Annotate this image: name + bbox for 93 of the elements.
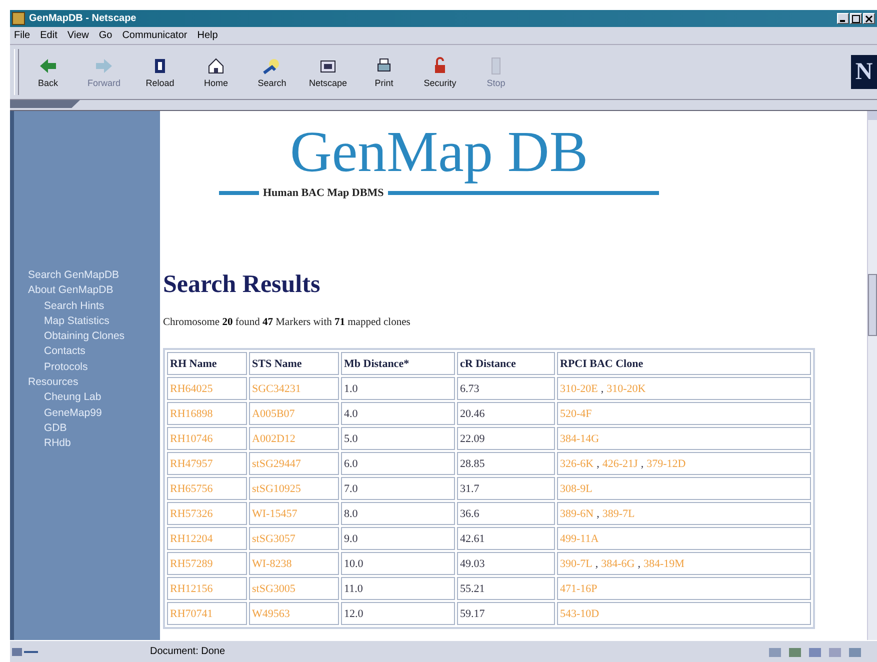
table-cell: 9.0 xyxy=(341,527,455,550)
table-cell: 1.0 xyxy=(341,377,455,400)
browser-logo: N xyxy=(851,55,877,89)
toolbar-button[interactable]: Back xyxy=(21,50,75,94)
table-link[interactable]: 384-14G xyxy=(560,432,600,444)
site-logo-title: GenMap DB xyxy=(290,118,588,186)
table-cell: 28.85 xyxy=(457,452,555,475)
table-link[interactable]: 310-20K xyxy=(606,382,646,394)
menu-item[interactable]: Communicator xyxy=(122,30,188,41)
table-cell: 11.0 xyxy=(341,577,455,600)
menu-item[interactable]: Edit xyxy=(40,30,58,41)
sidebar-link[interactable]: Map Statistics xyxy=(28,314,160,330)
table-cell: 4.0 xyxy=(341,402,455,425)
column-header: cR Distance xyxy=(457,352,555,375)
table-cell: 59.17 xyxy=(457,602,555,625)
window-title: GenMapDB - Netscape xyxy=(29,13,138,24)
menu-item[interactable]: File xyxy=(14,30,30,41)
sidebar-link[interactable]: Obtaining Clones xyxy=(28,329,160,344)
site-logo-subtitle: Human BAC Map DBMS xyxy=(263,187,384,199)
forward-arrow-icon xyxy=(94,56,114,76)
table-link[interactable]: 326-6K xyxy=(560,458,594,470)
table-link[interactable]: 384-6G xyxy=(601,558,635,570)
table-cell: 36.6 xyxy=(457,502,555,525)
sidebar-link[interactable]: GDB xyxy=(28,420,160,436)
sidebar-link[interactable]: Protocols xyxy=(28,360,160,376)
table-cell: 55.21 xyxy=(457,577,555,600)
toolbar-button[interactable]: Search xyxy=(245,50,299,94)
sidebar-link[interactable]: RHdb xyxy=(28,436,160,452)
separator: , xyxy=(600,382,604,394)
table-link[interactable]: 389-6N xyxy=(560,508,594,520)
separator: , xyxy=(595,558,598,570)
scroll-thumb[interactable] xyxy=(868,274,877,336)
sidebar-link[interactable]: Cheung Lab xyxy=(28,390,160,406)
table-link[interactable]: 426-21J xyxy=(602,458,638,470)
toolbar-button[interactable]: Netscape xyxy=(301,50,355,94)
table-cell: 6.0 xyxy=(341,452,455,475)
table-cell: 31.7 xyxy=(457,477,555,500)
table-cell: 10.0 xyxy=(341,552,455,575)
column-header: RH Name xyxy=(167,352,247,375)
table-link[interactable]: 499-11A xyxy=(560,532,599,544)
status-text: Document: Done xyxy=(149,646,226,657)
separator: , xyxy=(596,458,600,470)
minimize-button[interactable] xyxy=(837,13,849,24)
toolbar-button[interactable]: Reload xyxy=(133,50,187,94)
maximize-button[interactable] xyxy=(850,13,862,24)
sidebar-link[interactable]: Search GenMapDB xyxy=(28,268,160,284)
separator: , xyxy=(638,558,640,570)
toolbar-button[interactable]: Home xyxy=(189,50,243,94)
table-link[interactable]: 384-19M xyxy=(644,558,684,570)
table-link[interactable]: 308-9L xyxy=(560,482,592,494)
table-link[interactable]: 390-7L xyxy=(560,558,592,570)
menu-item[interactable]: View xyxy=(67,30,89,41)
scrollbar[interactable] xyxy=(867,111,877,640)
window-icon xyxy=(12,12,25,25)
table-cell: 8.0 xyxy=(341,502,455,525)
column-header: RPCI BAC Clone xyxy=(557,352,811,375)
page-heading: Search Results xyxy=(163,271,322,299)
maximize-icon xyxy=(852,14,860,22)
sidebar-link[interactable]: About GenMapDB xyxy=(28,283,160,299)
close-icon xyxy=(865,14,873,22)
table-link[interactable]: 471-16P xyxy=(560,582,598,594)
sidebar-link[interactable]: Contacts xyxy=(28,344,160,360)
table-cell: 22.09 xyxy=(457,427,555,450)
menu-item[interactable]: Help xyxy=(197,30,218,41)
table-cell: 12.0 xyxy=(341,602,455,625)
toolbar-button[interactable]: Print xyxy=(357,50,411,94)
toolbar-grip[interactable] xyxy=(14,49,19,95)
table-cell: 7.0 xyxy=(341,477,455,500)
back-arrow-icon xyxy=(38,56,58,76)
home-icon xyxy=(206,56,226,76)
sidebar-link[interactable]: GeneMap99 xyxy=(28,406,160,421)
separator: , xyxy=(640,458,644,470)
table-link[interactable]: 379-12D xyxy=(646,458,686,470)
column-header: STS Name xyxy=(249,352,339,375)
menu-item[interactable]: Go xyxy=(98,30,112,41)
column-header: Mb Distance* xyxy=(341,352,455,375)
table-link[interactable]: 389-7L xyxy=(602,508,635,520)
table-link[interactable]: 543-10D xyxy=(560,608,600,620)
toolbar-button[interactable]: Security xyxy=(413,50,467,94)
table-cell: 5.0 xyxy=(341,427,455,450)
sidebar-link[interactable]: Search Hints xyxy=(28,298,160,314)
results-summary: Chromosome 20 found 47 Markers with 71 mapped clones xyxy=(163,317,412,328)
close-button[interactable] xyxy=(863,13,875,24)
search-icon xyxy=(262,56,282,76)
table-cell: 49.03 xyxy=(457,552,555,575)
table-cell: 20.46 xyxy=(457,402,555,425)
separator: , xyxy=(596,508,600,520)
table-cell: 42.61 xyxy=(457,527,555,550)
table-link[interactable]: 310-20E xyxy=(560,382,598,394)
collapse-tab[interactable] xyxy=(10,100,80,108)
sidebar-link[interactable]: Resources xyxy=(28,375,160,390)
table-link[interactable]: 520-4F xyxy=(560,408,592,420)
table-cell: 6.73 xyxy=(457,377,555,400)
